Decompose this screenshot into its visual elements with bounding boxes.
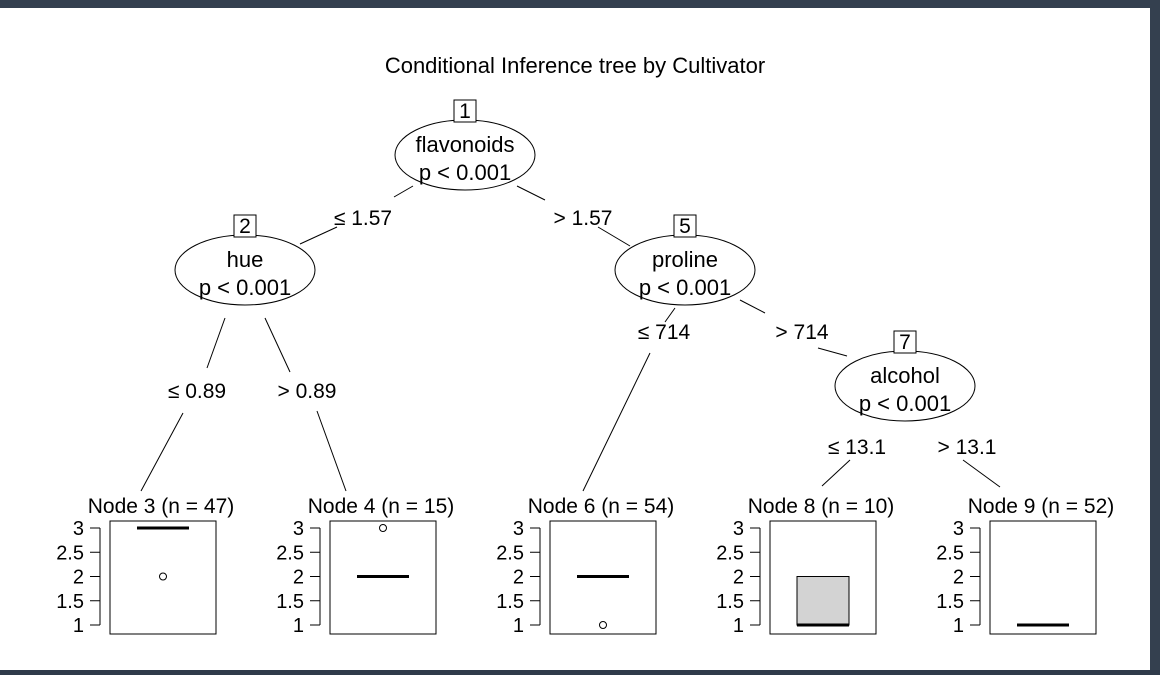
edge-line bbox=[140, 412, 184, 492]
edge-label: > 714 bbox=[775, 321, 828, 344]
edge-label: ≤ 0.89 bbox=[168, 380, 226, 403]
y-tick-label: 2 bbox=[513, 567, 524, 589]
y-tick-label: 2.5 bbox=[936, 542, 964, 564]
node-id: 5 bbox=[679, 215, 691, 238]
y-tick-label: 1 bbox=[513, 615, 524, 637]
y-tick-label: 2 bbox=[953, 567, 964, 589]
y-tick-label: 2.5 bbox=[496, 542, 524, 564]
edge-line bbox=[299, 226, 338, 245]
node-variable: flavonoids bbox=[415, 132, 514, 157]
node-variable: hue bbox=[227, 247, 264, 272]
y-tick-label: 2.5 bbox=[716, 542, 744, 564]
edge-7-9: > 13.1 bbox=[938, 436, 1001, 488]
edge-5-6: ≤ 714 bbox=[582, 307, 691, 492]
y-tick-label: 1.5 bbox=[496, 591, 524, 613]
terminal-label: Node 9 (n = 52) bbox=[968, 495, 1115, 518]
y-tick-label: 1 bbox=[73, 615, 84, 637]
edge-line bbox=[739, 299, 766, 314]
node-id: 2 bbox=[239, 215, 251, 238]
inner-node-1: 1 flavonoids p < 0.001 bbox=[394, 99, 536, 191]
node-variable: proline bbox=[652, 247, 718, 272]
node-pvalue: p < 0.001 bbox=[419, 160, 511, 185]
edge-line bbox=[264, 317, 291, 373]
inner-node-5: 5 proline p < 0.001 bbox=[614, 214, 756, 306]
inner-node-2: 2 hue p < 0.001 bbox=[174, 214, 316, 306]
node-pvalue: p < 0.001 bbox=[859, 391, 951, 416]
y-tick-label: 3 bbox=[733, 518, 744, 540]
ctree-diagram: Conditional Inference tree by Cultivator… bbox=[56, 53, 1114, 637]
edge-line bbox=[206, 317, 226, 369]
edge-line bbox=[817, 347, 848, 357]
y-tick-label: 3 bbox=[293, 518, 304, 540]
node-pvalue: p < 0.001 bbox=[639, 275, 731, 300]
terminal-node-8: Node 8 (n = 10)32.5 21.51 bbox=[716, 495, 894, 637]
y-tick-label: 1.5 bbox=[936, 591, 964, 613]
y-tick-label: 1 bbox=[293, 615, 304, 637]
terminal-label: Node 3 (n = 47) bbox=[88, 495, 235, 518]
y-tick-label: 2 bbox=[293, 567, 304, 589]
y-tick-label: 1.5 bbox=[276, 591, 304, 613]
outlier-point bbox=[599, 621, 607, 629]
edge-line bbox=[516, 185, 546, 201]
terminal-node-3: Node 3 (n = 47)32.5 21.51 bbox=[56, 495, 234, 637]
terminal-label: Node 6 (n = 54) bbox=[528, 495, 675, 518]
y-tick-label: 2.5 bbox=[276, 542, 304, 564]
edge-label: ≤ 13.1 bbox=[828, 436, 886, 459]
y-tick-label: 1 bbox=[953, 615, 964, 637]
terminal-node-9: Node 9 (n = 52)32.5 21.51 bbox=[936, 495, 1114, 637]
edge-line bbox=[316, 410, 347, 492]
node-variable: alcohol bbox=[870, 363, 940, 388]
boxplot-frame bbox=[989, 520, 1097, 635]
terminal-node-6: Node 6 (n = 54)32.5 21.51 bbox=[496, 495, 674, 637]
edge-label: > 13.1 bbox=[938, 436, 997, 459]
y-tick-label: 2 bbox=[73, 567, 84, 589]
edge-5-7: > 714 bbox=[739, 299, 848, 357]
node-id: 1 bbox=[459, 100, 471, 123]
edge-label: ≤ 714 bbox=[638, 321, 691, 344]
edge-label: ≤ 1.57 bbox=[334, 207, 392, 230]
inner-node-7: 7 alcohol p < 0.001 bbox=[834, 330, 976, 422]
edge-1-5: > 1.57 bbox=[516, 185, 631, 247]
edge-1-2: ≤ 1.57 bbox=[299, 185, 414, 245]
y-tick-label: 1 bbox=[733, 615, 744, 637]
edge-2-3: ≤ 0.89 bbox=[140, 317, 226, 492]
edge-line bbox=[821, 459, 851, 487]
edge-label: > 1.57 bbox=[554, 207, 613, 230]
y-tick-label: 1.5 bbox=[716, 591, 744, 613]
y-tick-label: 1.5 bbox=[56, 591, 84, 613]
outlier-point bbox=[159, 572, 167, 581]
terminal-label: Node 8 (n = 10) bbox=[748, 495, 895, 518]
y-tick-label: 2 bbox=[733, 567, 744, 589]
plot-canvas: Conditional Inference tree by Cultivator… bbox=[0, 8, 1150, 670]
box-iqr bbox=[796, 576, 850, 626]
terminal-node-4: Node 4 (n = 15)32.5 21.51 bbox=[276, 495, 454, 637]
edge-label: > 0.89 bbox=[278, 380, 337, 403]
y-tick-label: 2.5 bbox=[56, 542, 84, 564]
plot-title: Conditional Inference tree by Cultivator bbox=[385, 53, 765, 78]
y-tick-label: 3 bbox=[73, 518, 84, 540]
edge-line bbox=[582, 352, 651, 492]
edge-line bbox=[962, 459, 1001, 488]
y-tick-label: 3 bbox=[953, 518, 964, 540]
node-id: 7 bbox=[899, 331, 911, 354]
edge-2-4: > 0.89 bbox=[264, 317, 347, 492]
outlier-point bbox=[379, 524, 387, 532]
edge-7-8: ≤ 13.1 bbox=[821, 436, 886, 487]
edge-line bbox=[664, 307, 676, 323]
node-pvalue: p < 0.001 bbox=[199, 275, 291, 300]
y-tick-label: 3 bbox=[513, 518, 524, 540]
edge-line bbox=[393, 185, 414, 198]
window-frame: Conditional Inference tree by Cultivator… bbox=[0, 0, 1160, 670]
terminal-label: Node 4 (n = 15) bbox=[308, 495, 455, 518]
